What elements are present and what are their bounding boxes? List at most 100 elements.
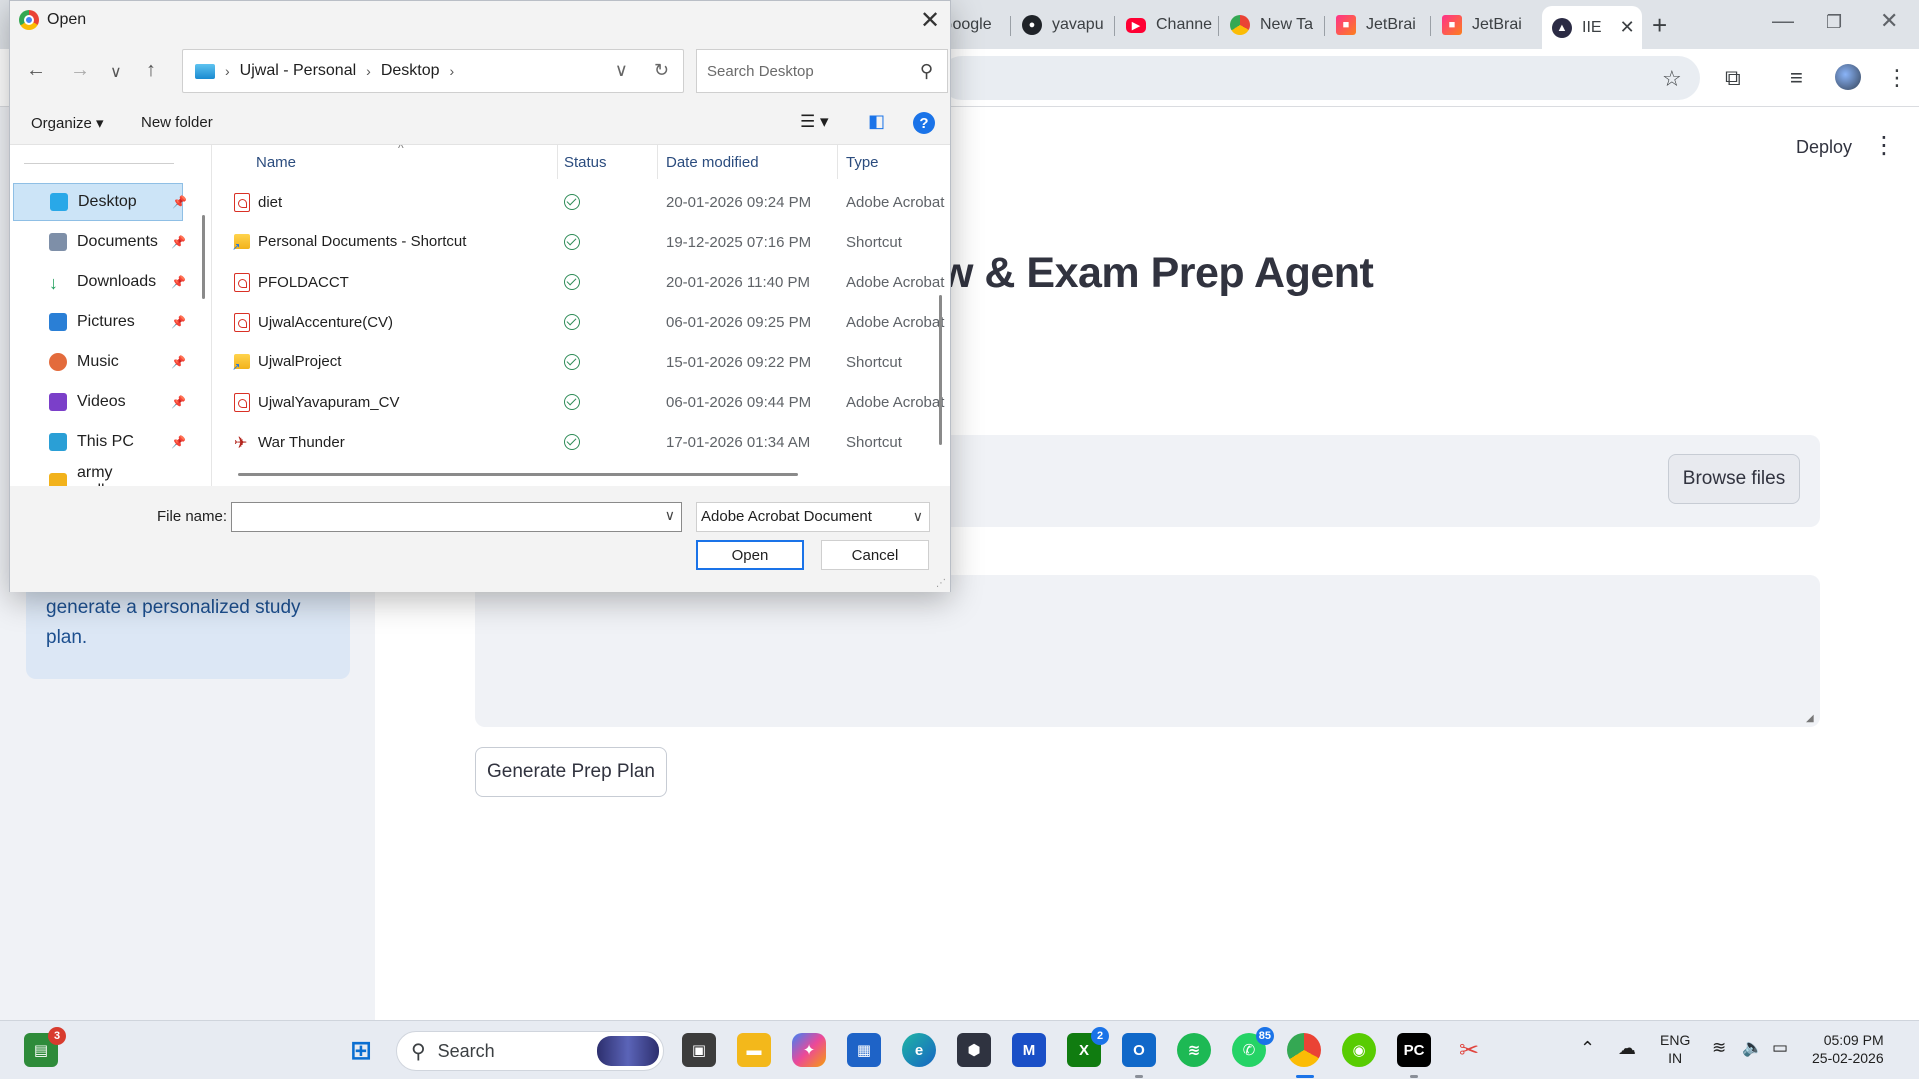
pycharm-icon[interactable]: PC (1397, 1033, 1431, 1067)
app-hexagon-icon[interactable]: ⬢ (957, 1033, 991, 1067)
deploy-button[interactable]: Deploy (1796, 137, 1852, 158)
browse-files-button[interactable]: Browse files (1668, 454, 1800, 504)
new-tab-button[interactable]: + (1652, 10, 1667, 41)
minimize-icon[interactable]: — (1772, 8, 1794, 34)
onedrive-cloud-icon[interactable]: ☁ (1618, 1039, 1636, 1057)
dialog-close-icon[interactable]: ✕ (920, 6, 940, 35)
breadcrumb-ujwal-personal[interactable]: Ujwal - Personal (240, 62, 356, 80)
sidebar-item-videos[interactable]: Videos 📌 (13, 383, 186, 421)
wifi-icon[interactable]: ≋ (1712, 1039, 1726, 1057)
preview-pane-icon[interactable]: ◧ (868, 111, 885, 132)
address-history-chevron-icon[interactable]: ∨ (615, 60, 628, 81)
file-row[interactable]: diet 20-01-2026 09:24 PM Adobe Acrobat (214, 183, 944, 223)
notification-badge: 3 (48, 1027, 66, 1045)
column-header-type[interactable]: Type (846, 145, 879, 179)
snipping-tool-icon[interactable]: ✂ (1452, 1033, 1486, 1067)
restore-icon[interactable]: ❐ (1826, 12, 1842, 33)
file-row[interactable]: UjwalProject 15-01-2026 09:22 PM Shortcu… (214, 343, 934, 383)
microsoft-365-icon[interactable]: M (1012, 1033, 1046, 1067)
tab-new-tab[interactable]: New Ta (1220, 8, 1324, 42)
file-row[interactable]: ✈ War Thunder 17-01-2026 01:34 AM Shortcu… (214, 423, 934, 463)
dialog-resize-grip-icon[interactable]: ⋰ (936, 578, 946, 589)
file-list-vertical-scrollbar[interactable] (939, 295, 942, 445)
breadcrumb-desktop[interactable]: Desktop (381, 62, 440, 80)
breadcrumb-chevron-icon[interactable]: › (366, 63, 371, 79)
sidebar-item-downloads[interactable]: ↓ Downloads 📌 (13, 263, 186, 301)
show-hidden-icons-chevron[interactable]: ⌃ (1580, 1039, 1595, 1057)
file-explorer-icon[interactable]: ▬ (737, 1033, 771, 1067)
column-header-status[interactable]: Status (564, 145, 607, 179)
column-divider[interactable] (657, 145, 658, 179)
chevron-down-icon[interactable]: ∨ (665, 507, 675, 524)
extensions-icon[interactable]: ⧉ (1725, 65, 1741, 91)
file-name-input[interactable]: ∨ (231, 502, 682, 532)
chrome-menu-icon[interactable]: ⋮ (1886, 65, 1908, 91)
column-header-name[interactable]: Name (256, 145, 296, 179)
up-arrow-icon[interactable]: ↑ (146, 59, 156, 82)
whatsapp-icon[interactable]: ✆ 85 (1232, 1027, 1274, 1067)
column-divider[interactable] (557, 145, 558, 179)
refresh-icon[interactable]: ↻ (654, 60, 669, 81)
xbox-icon[interactable]: X2 (1067, 1027, 1109, 1067)
sidebar-item-desktop[interactable]: Desktop 📌 (13, 183, 187, 221)
sidebar-item-army-wallpapers[interactable]: army wallpapers (13, 463, 183, 486)
file-type-select[interactable]: Adobe Acrobat Document ∨ (696, 502, 930, 532)
windows-start-icon[interactable]: ⊞ (344, 1033, 378, 1067)
open-button[interactable]: Open (696, 540, 804, 570)
forward-arrow-icon[interactable]: → (70, 59, 90, 82)
task-view-icon[interactable]: ▣ (682, 1033, 716, 1067)
tab-iie-active[interactable]: ▲ IIE ✕ (1542, 6, 1642, 49)
sidebar-item-documents[interactable]: Documents 📌 (13, 223, 186, 261)
sidebar-item-pictures[interactable]: Pictures 📌 (13, 303, 186, 341)
outlook-icon[interactable]: O (1122, 1033, 1156, 1067)
file-list-horizontal-scrollbar[interactable] (238, 473, 798, 476)
view-options-icon[interactable]: ☰ ▾ (800, 112, 829, 132)
generate-prep-plan-button[interactable]: Generate Prep Plan (475, 747, 667, 797)
sidebar-item-this-pc[interactable]: This PC 📌 (13, 423, 186, 461)
microsoft-store-icon[interactable]: ▤ 3 (24, 1027, 66, 1067)
organize-button[interactable]: Organize ▾ (31, 114, 104, 132)
breadcrumb-chevron-icon[interactable]: › (225, 63, 230, 79)
file-row[interactable]: UjwalYavapuram_CV 06-01-2026 09:44 PM Ad… (214, 383, 944, 423)
window-close-icon[interactable]: ✕ (1880, 8, 1898, 34)
recent-locations-chevron-icon[interactable]: ∨ (110, 62, 122, 82)
file-row[interactable]: UjwalAccenture(CV) 06-01-2026 09:25 PM A… (214, 303, 944, 343)
taskbar-search[interactable]: ⚲ Search (396, 1031, 664, 1071)
new-folder-button[interactable]: New folder (141, 114, 213, 131)
nav-pane-scrollbar[interactable] (202, 215, 205, 299)
back-arrow-icon[interactable]: ← (26, 59, 46, 82)
tab-github[interactable]: ● yavapu (1012, 8, 1116, 42)
address-breadcrumb[interactable]: › Ujwal - Personal › Desktop › ∨ ↻ (182, 49, 684, 93)
text-area-input[interactable] (475, 575, 1820, 727)
tab-jetbrains-1[interactable]: ■ JetBrai (1326, 8, 1430, 42)
clock[interactable]: 05:09 PM 25-02-2026 (1812, 1031, 1884, 1067)
address-bar[interactable]: ☆ (940, 56, 1700, 100)
file-row[interactable]: Personal Documents - Shortcut 19-12-2025… (214, 223, 934, 263)
copilot-icon[interactable]: ✦ (792, 1033, 826, 1067)
app-menu-icon[interactable]: ⋮ (1872, 131, 1896, 160)
tab-youtube[interactable]: ▶ Channe (1116, 8, 1220, 42)
duolingo-icon[interactable]: ◉ (1342, 1033, 1376, 1067)
volume-icon[interactable]: 🔈 (1742, 1039, 1763, 1057)
edge-icon[interactable]: e (902, 1033, 936, 1067)
tab-close-icon[interactable]: ✕ (1620, 17, 1635, 38)
column-divider[interactable] (837, 145, 838, 179)
store-icon[interactable]: ▦ (847, 1033, 881, 1067)
cancel-button[interactable]: Cancel (821, 540, 929, 570)
resize-grip-icon[interactable]: ◢ (1806, 713, 1814, 724)
tab-label: New Ta (1260, 16, 1314, 33)
help-icon[interactable]: ? (913, 112, 935, 134)
spotify-icon[interactable]: ≋ (1177, 1033, 1211, 1067)
sidebar-item-music[interactable]: Music 📌 (13, 343, 186, 381)
profile-avatar[interactable] (1835, 64, 1861, 90)
column-header-date-modified[interactable]: Date modified (666, 145, 759, 179)
tab-jetbrains-2[interactable]: ■ JetBrai (1432, 8, 1536, 42)
breadcrumb-chevron-icon[interactable]: › (450, 63, 455, 79)
bookmark-star-icon[interactable]: ☆ (1662, 66, 1682, 92)
media-control-icon[interactable]: ≡ (1790, 65, 1803, 91)
chrome-icon[interactable] (1287, 1033, 1321, 1067)
file-row[interactable]: PFOLDACCT 20-01-2026 11:40 PM Adobe Acro… (214, 263, 944, 303)
search-desktop-input[interactable]: Search Desktop ⚲ (696, 49, 948, 93)
battery-icon[interactable]: ▭ (1772, 1039, 1788, 1057)
language-indicator[interactable]: ENG IN (1660, 1031, 1690, 1067)
